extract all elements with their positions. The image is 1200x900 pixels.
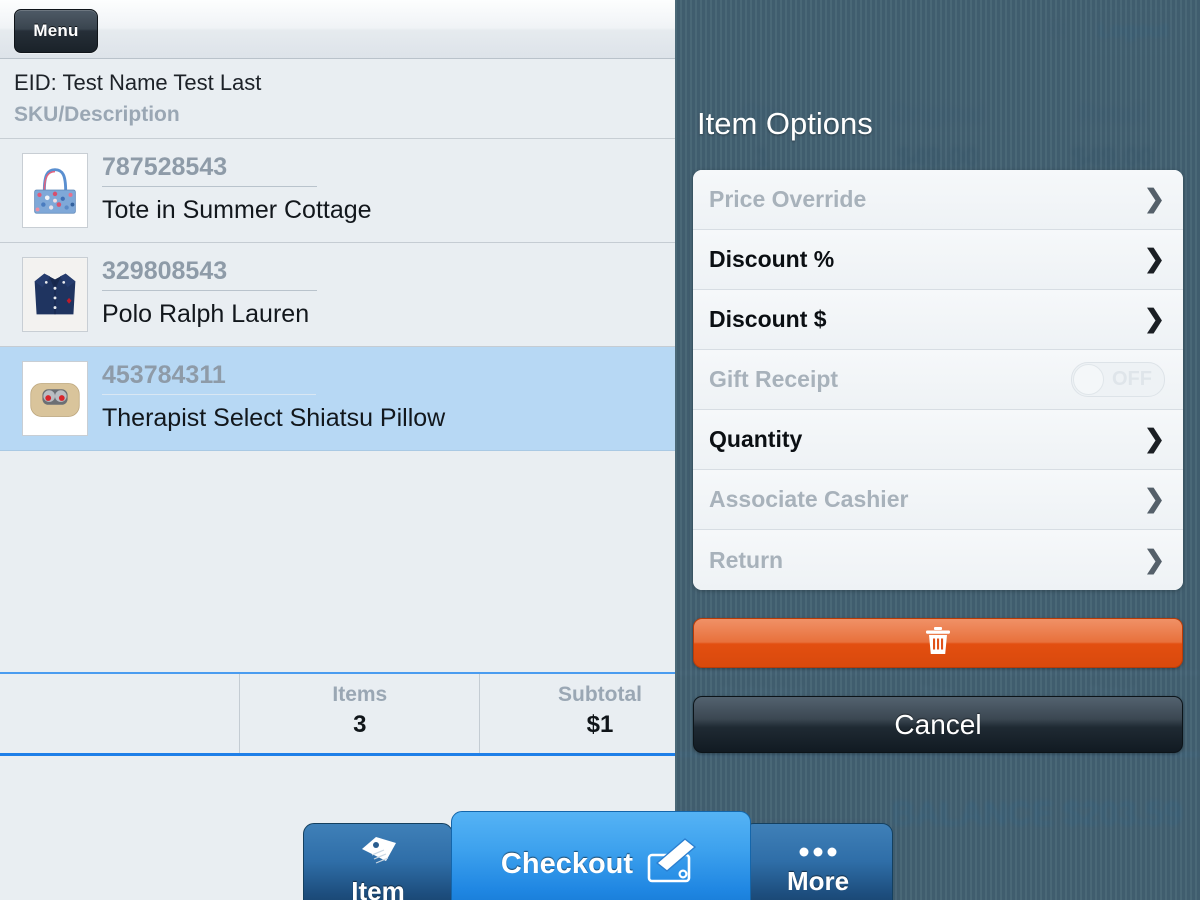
totals-cell-blank: [0, 674, 241, 753]
table-row[interactable]: 329808543 Polo Ralph Lauren: [0, 243, 675, 347]
cart-customer-header: EID: Test Name Test Last SKU/Description: [0, 59, 675, 139]
chevron-right-icon: ❯: [1144, 425, 1165, 453]
item-button[interactable]: Item: [303, 823, 453, 900]
option-return[interactable]: Return ❯: [693, 530, 1183, 590]
chevron-right-icon: ❯: [1144, 185, 1165, 213]
item-button-label: Item: [351, 875, 405, 900]
menu-button-label: Menu: [33, 21, 79, 40]
option-discount-dollar[interactable]: Discount $ ❯: [693, 290, 1183, 350]
menu-button[interactable]: Menu: [14, 9, 98, 53]
more-button-label: More: [786, 865, 850, 896]
item-name: Tote in Summer Cottage: [102, 196, 372, 224]
item-sku: 787528543: [102, 152, 318, 187]
toggle-knob: [1073, 364, 1104, 395]
ellipsis-icon: [795, 845, 841, 864]
tote-bag-thumbnail: [22, 153, 88, 228]
eid-line: EID: Test Name Test Last: [14, 70, 262, 95]
chevron-right-icon: ❯: [1144, 305, 1165, 333]
sheet-title: Item Options: [697, 106, 873, 141]
option-label: Price Override: [709, 186, 867, 212]
cancel-button-label: Cancel: [894, 708, 982, 740]
item-text-block: 453784311 Therapist Select Shiatsu Pillo…: [102, 360, 675, 437]
signature-pad-icon: [643, 837, 701, 892]
checkout-button[interactable]: Checkout: [451, 811, 751, 900]
option-label: Associate Cashier: [709, 486, 909, 512]
option-label: Discount $: [709, 306, 827, 332]
table-row[interactable]: 787528543 Tote in Summer Cottage: [0, 139, 675, 243]
option-label: Gift Receipt: [709, 366, 839, 392]
gift-receipt-toggle[interactable]: OFF: [1071, 362, 1165, 397]
toggle-state-label: OFF: [1112, 368, 1152, 390]
option-quantity[interactable]: Quantity ❯: [693, 410, 1183, 470]
polo-shirt-thumbnail: [22, 257, 88, 332]
items-label: Items: [332, 683, 388, 706]
delete-item-button[interactable]: [693, 618, 1183, 668]
option-price-override[interactable]: Price Override ❯: [693, 170, 1183, 230]
option-label: Quantity: [709, 426, 803, 452]
items-value: 3: [353, 711, 367, 738]
item-sku: 453784311: [102, 360, 316, 395]
option-gift-receipt[interactable]: Gift Receipt OFF: [693, 350, 1183, 410]
option-label: Return: [709, 546, 784, 573]
cart-item-list: 787528543 Tote in Summer Cottage 3298085…: [0, 139, 675, 669]
trash-can-icon: [924, 626, 952, 661]
item-name: Therapist Select Shiatsu Pillow: [102, 404, 446, 432]
item-text-block: 787528543 Tote in Summer Cottage: [102, 152, 675, 229]
item-name: Polo Ralph Lauren: [102, 300, 310, 328]
item-text-block: 329808543 Polo Ralph Lauren: [102, 256, 675, 333]
table-row[interactable]: 453784311 Therapist Select Shiatsu Pillo…: [0, 347, 675, 451]
shiatsu-pillow-thumbnail: [22, 361, 88, 436]
more-button[interactable]: More: [743, 823, 893, 900]
option-label: Discount %: [709, 246, 835, 272]
sku-description-column-header: SKU/Description: [14, 103, 180, 126]
cancel-button[interactable]: Cancel: [693, 696, 1183, 753]
item-sku: 329808543: [102, 256, 318, 291]
pos-cart-screen: Menu Cart EID: Test Name Test Last SKU/D…: [0, 0, 1200, 900]
chevron-right-icon: ❯: [1144, 545, 1165, 574]
chevron-right-icon: ❯: [1144, 245, 1165, 273]
option-discount-percent[interactable]: Discount % ❯: [693, 230, 1183, 290]
chevron-right-icon: ❯: [1144, 485, 1165, 513]
option-associate-cashier[interactable]: Associate Cashier ❯: [693, 470, 1183, 530]
item-options-list: Price Override ❯ Discount % ❯ Discount $…: [693, 170, 1183, 590]
checkout-button-label: Checkout: [500, 848, 634, 880]
totals-cell-items: Items 3: [240, 674, 481, 753]
price-tag-icon: [356, 835, 400, 874]
